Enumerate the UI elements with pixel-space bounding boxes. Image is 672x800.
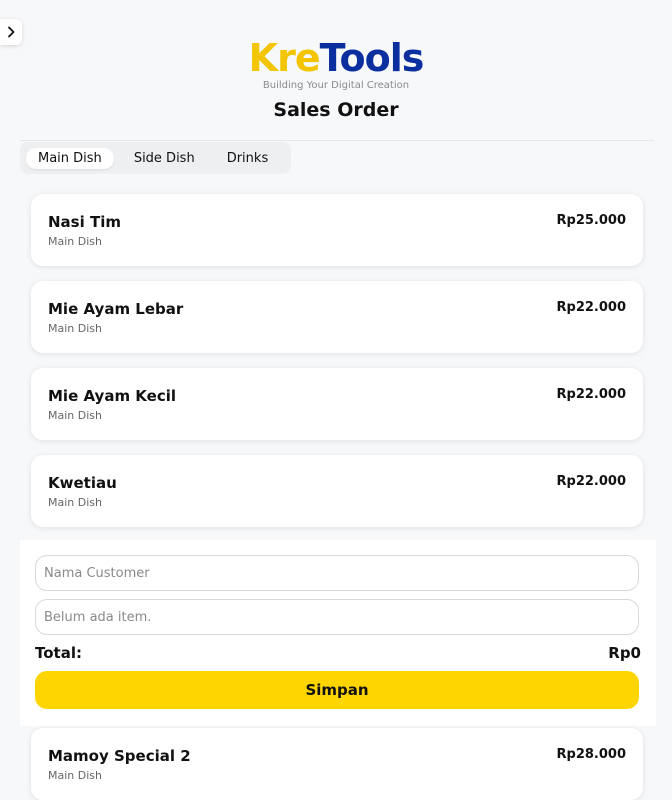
customer-name-input[interactable] bbox=[35, 555, 639, 591]
product-card[interactable]: Mamoy Special 2 Main Dish Rp28.000 bbox=[31, 728, 643, 800]
product-card[interactable]: Kwetiau Main Dish Rp22.000 bbox=[31, 455, 643, 527]
product-card[interactable]: Mie Ayam Kecil Main Dish Rp22.000 bbox=[31, 368, 643, 440]
page-title: Sales Order bbox=[273, 99, 399, 121]
product-price: Rp22.000 bbox=[556, 474, 626, 489]
product-category: Main Dish bbox=[48, 322, 102, 335]
product-price: Rp22.000 bbox=[556, 300, 626, 315]
product-name: Mie Ayam Kecil bbox=[48, 387, 176, 405]
product-category: Main Dish bbox=[48, 409, 102, 422]
total-value: Rp0 bbox=[608, 644, 641, 662]
order-panel: Belum ada item. Total: Rp0 Simpan bbox=[20, 540, 656, 726]
product-card[interactable]: Mie Ayam Lebar Main Dish Rp22.000 bbox=[31, 281, 643, 353]
product-name: Mie Ayam Lebar bbox=[48, 300, 184, 318]
chevron-right-icon bbox=[8, 26, 15, 38]
product-category: Main Dish bbox=[48, 496, 102, 509]
category-tabs: Main Dish Side Dish Drinks bbox=[20, 142, 291, 174]
product-price: Rp28.000 bbox=[556, 747, 626, 762]
total-row: Total: Rp0 bbox=[35, 644, 641, 662]
total-label: Total: bbox=[35, 644, 82, 662]
product-price: Rp25.000 bbox=[556, 213, 626, 228]
product-card[interactable]: Nasi Tim Main Dish Rp25.000 bbox=[31, 194, 643, 266]
brand-header: KreTools Building Your Digital Creation bbox=[0, 38, 672, 91]
product-category: Main Dish bbox=[48, 235, 102, 248]
product-name: Nasi Tim bbox=[48, 213, 121, 231]
logo-text-tools: Tools bbox=[319, 36, 425, 80]
logo: KreTools bbox=[0, 38, 672, 78]
product-name: Mamoy Special 2 bbox=[48, 747, 191, 765]
header-divider bbox=[20, 140, 654, 141]
product-name: Kwetiau bbox=[48, 474, 117, 492]
product-list: Nasi Tim Main Dish Rp25.000 Mie Ayam Leb… bbox=[31, 194, 643, 542]
empty-items-text: Belum ada item. bbox=[44, 609, 152, 625]
save-button[interactable]: Simpan bbox=[35, 671, 639, 709]
product-category: Main Dish bbox=[48, 769, 102, 782]
tab-main-dish[interactable]: Main Dish bbox=[26, 147, 114, 169]
tab-side-dish[interactable]: Side Dish bbox=[122, 148, 207, 169]
tab-drinks[interactable]: Drinks bbox=[215, 148, 281, 169]
logo-text-kre: Kre bbox=[248, 36, 321, 80]
product-price: Rp22.000 bbox=[556, 387, 626, 402]
order-items-box: Belum ada item. bbox=[35, 599, 639, 635]
tagline: Building Your Digital Creation bbox=[262, 80, 410, 91]
